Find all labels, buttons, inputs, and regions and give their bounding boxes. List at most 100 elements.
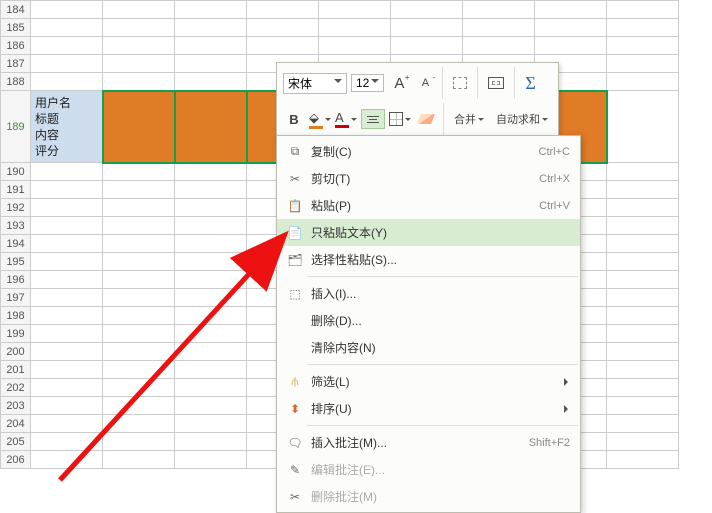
- cell[interactable]: [175, 55, 247, 73]
- menu-paste-text-only[interactable]: 📄 只粘贴文本(Y): [277, 219, 580, 246]
- cell[interactable]: [31, 73, 103, 91]
- cell[interactable]: [103, 199, 175, 217]
- cell[interactable]: [103, 343, 175, 361]
- cell[interactable]: [175, 73, 247, 91]
- active-cell-content[interactable]: 用户名标题内容评分: [31, 91, 102, 162]
- cell[interactable]: [31, 217, 103, 235]
- autosum-button[interactable]: Σ: [521, 73, 539, 93]
- row-header[interactable]: 203: [1, 397, 31, 415]
- cell[interactable]: [31, 451, 103, 469]
- row-header[interactable]: 200: [1, 343, 31, 361]
- format-painter-button[interactable]: [449, 73, 471, 93]
- menu-insert[interactable]: ⬚ 插入(I)...: [277, 280, 580, 307]
- font-color-button[interactable]: A: [335, 109, 357, 129]
- cell[interactable]: [607, 55, 679, 73]
- cell[interactable]: [463, 19, 535, 37]
- cell[interactable]: [103, 235, 175, 253]
- cell[interactable]: [175, 217, 247, 235]
- row-header[interactable]: 186: [1, 37, 31, 55]
- bold-button[interactable]: B: [283, 109, 305, 129]
- cell[interactable]: [175, 415, 247, 433]
- cell[interactable]: [607, 253, 679, 271]
- selected-cell[interactable]: [175, 91, 247, 163]
- cell[interactable]: [31, 163, 103, 181]
- cell[interactable]: [607, 289, 679, 307]
- cell[interactable]: [103, 37, 175, 55]
- cell[interactable]: [31, 307, 103, 325]
- cell[interactable]: [607, 343, 679, 361]
- cell[interactable]: [175, 19, 247, 37]
- cell[interactable]: [607, 415, 679, 433]
- cell[interactable]: [607, 325, 679, 343]
- cell[interactable]: [31, 1, 103, 19]
- font-name-select[interactable]: 宋体: [283, 73, 347, 94]
- menu-copy[interactable]: ⧉ 复制(C) Ctrl+C: [277, 138, 580, 165]
- row-header[interactable]: 198: [1, 307, 31, 325]
- menu-paste[interactable]: 📋 粘贴(P) Ctrl+V: [277, 192, 580, 219]
- cell[interactable]: [535, 19, 607, 37]
- cell[interactable]: [607, 235, 679, 253]
- cell[interactable]: [175, 199, 247, 217]
- cell[interactable]: [391, 1, 463, 19]
- cell[interactable]: [607, 181, 679, 199]
- row-header[interactable]: 187: [1, 55, 31, 73]
- cell[interactable]: [31, 415, 103, 433]
- cell[interactable]: [175, 397, 247, 415]
- menu-cut[interactable]: ✂ 剪切(T) Ctrl+X: [277, 165, 580, 192]
- row-header[interactable]: 195: [1, 253, 31, 271]
- menu-insert-comment[interactable]: 🗨 插入批注(M)... Shift+F2: [277, 429, 580, 456]
- cell[interactable]: [607, 199, 679, 217]
- row-header[interactable]: 196: [1, 271, 31, 289]
- cell[interactable]: [31, 343, 103, 361]
- cell[interactable]: [175, 181, 247, 199]
- row-header[interactable]: 185: [1, 19, 31, 37]
- cell[interactable]: [103, 415, 175, 433]
- cell[interactable]: [247, 19, 319, 37]
- cell[interactable]: [607, 451, 679, 469]
- menu-delete[interactable]: 删除(D)...: [277, 307, 580, 334]
- cell[interactable]: [31, 55, 103, 73]
- cell[interactable]: [175, 343, 247, 361]
- cell[interactable]: [607, 163, 679, 181]
- cell[interactable]: [319, 37, 391, 55]
- cell[interactable]: [319, 19, 391, 37]
- cell[interactable]: [175, 325, 247, 343]
- row-header[interactable]: 192: [1, 199, 31, 217]
- cell[interactable]: [103, 55, 175, 73]
- cell[interactable]: [103, 181, 175, 199]
- cell[interactable]: [391, 37, 463, 55]
- cell[interactable]: [607, 397, 679, 415]
- increase-font-button[interactable]: A+: [388, 73, 410, 93]
- cell[interactable]: [31, 361, 103, 379]
- cell[interactable]: [103, 217, 175, 235]
- menu-sort[interactable]: ⬍ 排序(U): [277, 395, 580, 422]
- cell[interactable]: [31, 289, 103, 307]
- cell[interactable]: [31, 19, 103, 37]
- cell[interactable]: [175, 1, 247, 19]
- cell[interactable]: [175, 37, 247, 55]
- cell[interactable]: [103, 433, 175, 451]
- cell[interactable]: [175, 163, 247, 181]
- cell[interactable]: [103, 379, 175, 397]
- row-header[interactable]: 184: [1, 1, 31, 19]
- row-header[interactable]: 206: [1, 451, 31, 469]
- eraser-button[interactable]: [415, 109, 437, 129]
- row-header[interactable]: 193: [1, 217, 31, 235]
- cell[interactable]: [31, 181, 103, 199]
- menu-filter[interactable]: ⫛ 筛选(L): [277, 368, 580, 395]
- cell[interactable]: [103, 307, 175, 325]
- row-header[interactable]: 190: [1, 163, 31, 181]
- row-header[interactable]: 194: [1, 235, 31, 253]
- row-header[interactable]: 205: [1, 433, 31, 451]
- cell[interactable]: [103, 163, 175, 181]
- cell[interactable]: [175, 235, 247, 253]
- row-header[interactable]: 199: [1, 325, 31, 343]
- cell[interactable]: [607, 73, 679, 91]
- row-header[interactable]: 197: [1, 289, 31, 307]
- cell[interactable]: [607, 271, 679, 289]
- menu-paste-special[interactable]: 🗂 选择性粘贴(S)...: [277, 246, 580, 273]
- cell[interactable]: [391, 19, 463, 37]
- cell[interactable]: [175, 451, 247, 469]
- row-header[interactable]: 191: [1, 181, 31, 199]
- merge-label[interactable]: 合并: [450, 109, 488, 129]
